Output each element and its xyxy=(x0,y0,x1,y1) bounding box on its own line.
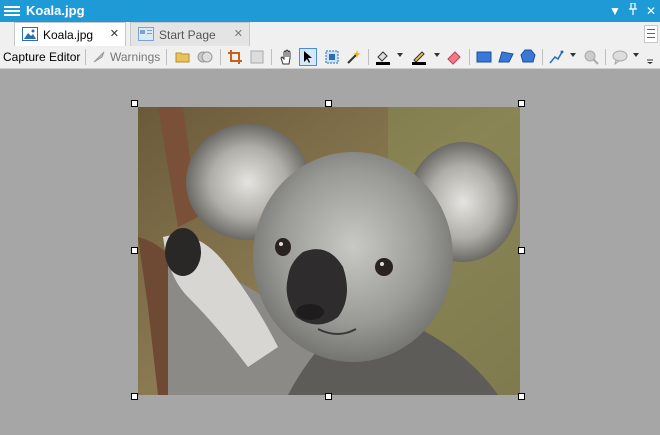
tab-strip: Koala.jpg ✕ Start Page ✕ xyxy=(0,22,660,47)
tab-list-icon[interactable] xyxy=(644,25,658,43)
tab-label: Koala.jpg xyxy=(43,28,94,42)
fill-icon[interactable] xyxy=(374,48,392,66)
tab-koala[interactable]: Koala.jpg ✕ xyxy=(14,22,126,47)
capture-editor-button[interactable]: Capture Editor xyxy=(3,50,80,64)
warnings-button[interactable]: Warnings xyxy=(110,50,160,64)
line-icon[interactable] xyxy=(547,48,565,66)
menu-icon[interactable] xyxy=(4,4,20,18)
resize-handle-right[interactable] xyxy=(518,247,525,254)
resize-handle-bottom-right[interactable] xyxy=(518,393,525,400)
resize-handle-top-left[interactable] xyxy=(131,100,138,107)
start-page-icon xyxy=(138,27,154,41)
copy-icon[interactable] xyxy=(196,48,214,66)
resize-icon[interactable] xyxy=(248,48,266,66)
crop-icon[interactable] xyxy=(226,48,244,66)
overflow-icon[interactable] xyxy=(644,48,656,66)
eraser-icon[interactable] xyxy=(445,48,463,66)
resize-handle-left[interactable] xyxy=(131,247,138,254)
pen-icon[interactable] xyxy=(410,48,428,66)
hand-icon[interactable] xyxy=(277,48,295,66)
toolbar: Capture Editor Warnings xyxy=(0,46,660,69)
magnifier-icon[interactable] xyxy=(582,48,600,66)
separator xyxy=(166,49,167,65)
image-icon xyxy=(22,27,38,41)
line-dropdown-icon[interactable] xyxy=(570,53,576,57)
close-tab-icon[interactable]: ✕ xyxy=(110,27,119,40)
speech-dropdown-icon[interactable] xyxy=(633,53,639,57)
resize-handle-top-right[interactable] xyxy=(518,100,525,107)
select-region-icon[interactable] xyxy=(323,48,341,66)
separator xyxy=(469,49,470,65)
pen-dropdown-icon[interactable] xyxy=(434,53,440,57)
resize-handle-bottom[interactable] xyxy=(325,393,332,400)
speech-bubble-icon[interactable] xyxy=(611,48,629,66)
pointer-icon[interactable] xyxy=(299,48,317,66)
separator xyxy=(542,49,543,65)
dropdown-icon[interactable]: ▼ xyxy=(606,2,624,20)
rectangle-icon[interactable] xyxy=(475,48,493,66)
open-folder-icon[interactable] xyxy=(174,48,192,66)
polygon-icon[interactable] xyxy=(497,48,515,66)
separator xyxy=(85,49,86,65)
pin-icon[interactable] xyxy=(624,2,642,20)
resize-handle-top[interactable] xyxy=(325,100,332,107)
close-tab-icon[interactable]: ✕ xyxy=(234,27,243,40)
separator xyxy=(220,49,221,65)
separator xyxy=(368,49,369,65)
warning-icon xyxy=(90,48,108,66)
magic-wand-icon[interactable] xyxy=(345,48,363,66)
tab-label: Start Page xyxy=(159,28,216,42)
window-titlebar: Koala.jpg ▼ ✕ xyxy=(0,0,660,22)
window-title: Koala.jpg xyxy=(26,3,85,18)
separator xyxy=(605,49,606,65)
close-icon[interactable]: ✕ xyxy=(642,2,660,20)
ellipse-icon[interactable] xyxy=(519,48,537,66)
koala-image[interactable] xyxy=(138,107,520,395)
separator xyxy=(271,49,272,65)
fill-dropdown-icon[interactable] xyxy=(397,53,403,57)
tab-start-page[interactable]: Start Page ✕ xyxy=(130,22,250,46)
resize-handle-bottom-left[interactable] xyxy=(131,393,138,400)
